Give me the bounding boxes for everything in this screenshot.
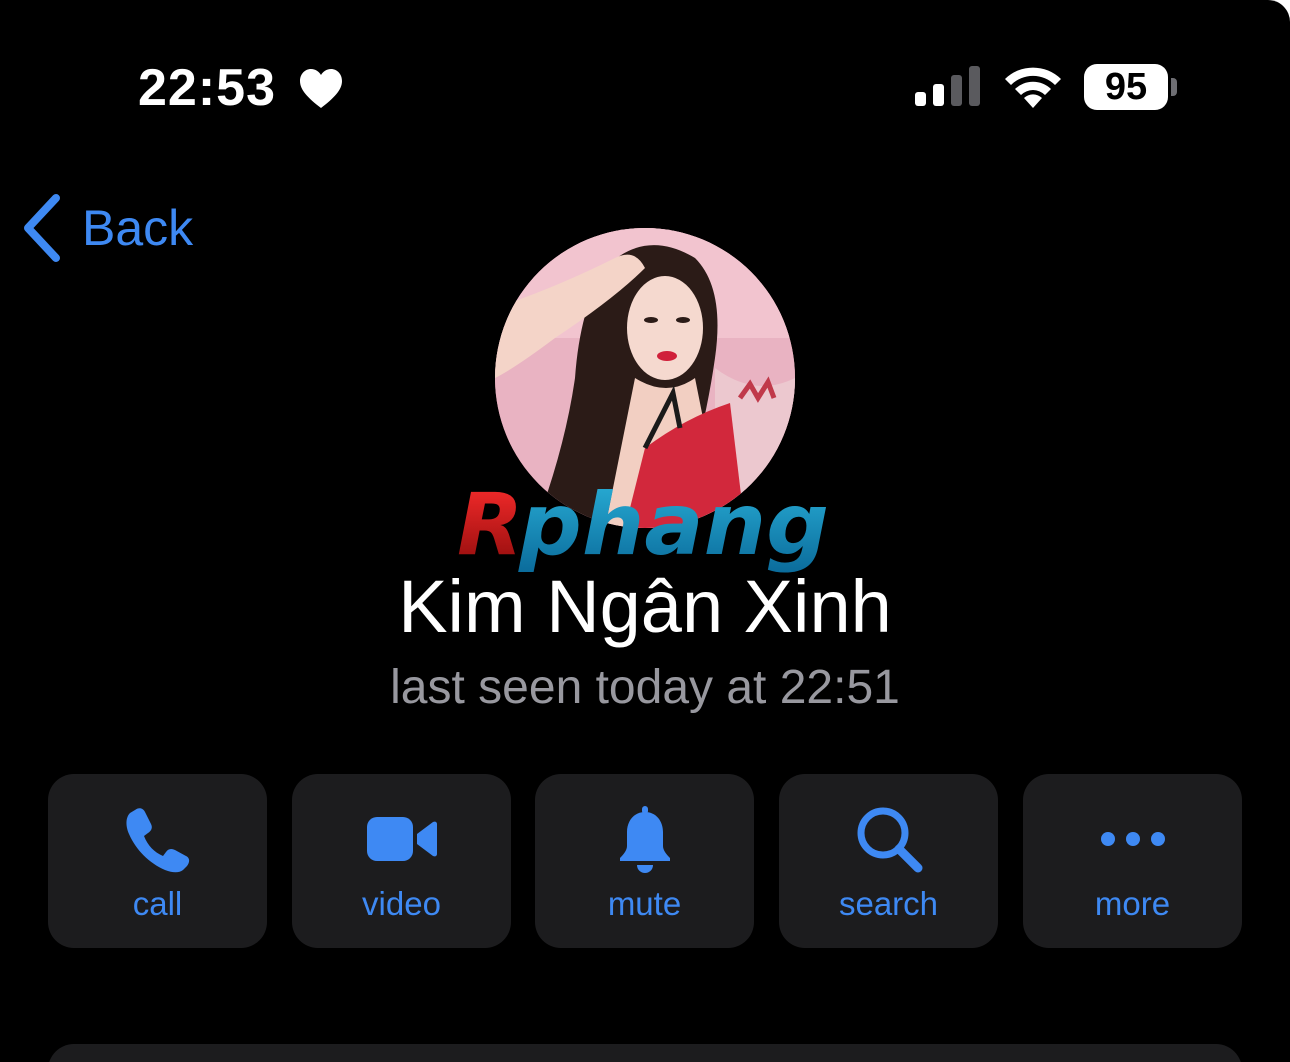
battery-tip bbox=[1171, 78, 1177, 96]
battery-level: 95 bbox=[1104, 66, 1148, 108]
back-label: Back bbox=[82, 200, 194, 256]
search-icon bbox=[857, 807, 922, 873]
video-button[interactable]: video bbox=[292, 774, 511, 948]
video-label: video bbox=[362, 885, 441, 922]
svg-text:R: R bbox=[457, 482, 523, 575]
back-button[interactable]: Back bbox=[22, 192, 193, 264]
mute-label: mute bbox=[607, 885, 682, 922]
chevron-left-icon bbox=[24, 194, 60, 262]
bell-icon bbox=[619, 806, 670, 873]
phone-icon bbox=[125, 808, 189, 873]
profile-name: Kim Ngân Xinh bbox=[398, 565, 892, 648]
profile-screen: 22:53 95 Back R phang Kim Ngân Xinh last… bbox=[0, 0, 1290, 1062]
call-label: call bbox=[132, 885, 183, 922]
battery-indicator: 95 bbox=[1084, 64, 1168, 110]
svg-text:phang: phang bbox=[518, 482, 829, 575]
video-camera-icon bbox=[366, 817, 437, 861]
search-button[interactable]: search bbox=[779, 774, 998, 948]
action-bar: call video mute search more bbox=[48, 774, 1242, 948]
more-dots-icon bbox=[1100, 832, 1165, 846]
status-time: 22:53 bbox=[138, 59, 276, 117]
more-button[interactable]: more bbox=[1023, 774, 1242, 948]
heart-icon bbox=[300, 69, 342, 108]
call-button[interactable]: call bbox=[48, 774, 267, 948]
more-label: more bbox=[1094, 885, 1171, 922]
mute-button[interactable]: mute bbox=[535, 774, 754, 948]
wifi-icon bbox=[1005, 67, 1061, 108]
cellular-signal-icon bbox=[915, 66, 980, 106]
info-card bbox=[48, 1044, 1242, 1062]
last-seen-status: last seen today at 22:51 bbox=[390, 661, 900, 714]
search-label: search bbox=[838, 885, 939, 922]
